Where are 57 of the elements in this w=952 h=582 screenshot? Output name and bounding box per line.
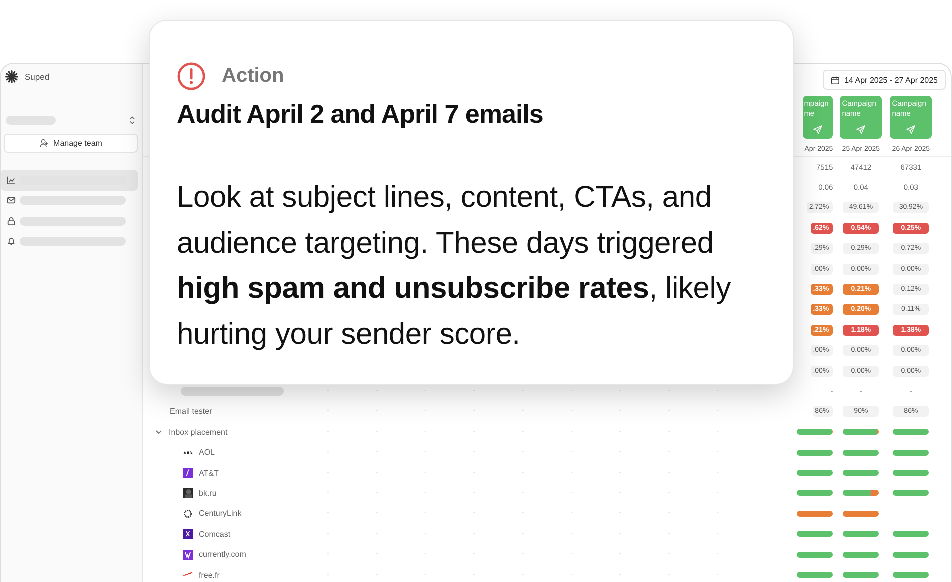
logo-icon	[183, 468, 193, 478]
row-label: currently.com	[199, 550, 246, 560]
logo-icon	[183, 550, 193, 560]
row-label: Inbox placement	[169, 428, 228, 437]
row-label: Email tester	[170, 407, 212, 416]
placement-bar	[843, 429, 880, 436]
placement-bar	[797, 450, 834, 456]
add-user-icon	[40, 139, 49, 148]
placement-bar	[797, 531, 834, 538]
send-icon	[906, 125, 916, 135]
bell-icon	[7, 237, 16, 246]
logo-icon	[5, 70, 19, 84]
placement-bar	[843, 470, 880, 476]
manage-team-button[interactable]: Manage team	[4, 134, 138, 153]
placement-bar	[843, 531, 880, 538]
placement-bar	[843, 450, 880, 456]
logo-icon	[183, 508, 193, 519]
send-icon	[813, 125, 824, 135]
row-label: Comcast	[199, 530, 231, 539]
placement-bar	[797, 572, 834, 578]
placement-bar	[893, 429, 930, 436]
placement-bar	[893, 470, 930, 476]
card-body: Look at subject lines, content, CTAs, and audience targeting. These days triggered high spam and unsubscribe rates, likely hurting your sender score.	[177, 180, 732, 352]
placement-bar	[797, 490, 834, 496]
row-label: AOL	[199, 448, 216, 458]
calendar-icon	[830, 76, 840, 84]
card-label: Action	[222, 65, 284, 88]
logo-icon	[183, 529, 193, 540]
alert-icon	[177, 62, 206, 91]
logo-icon	[183, 488, 193, 498]
placement-bar	[893, 450, 930, 456]
placement-bar	[843, 552, 880, 558]
placement-bar	[893, 531, 930, 538]
placement-bar	[843, 490, 880, 496]
row-label: free.fr	[199, 570, 220, 580]
send-icon	[856, 125, 866, 135]
mail-icon	[7, 196, 16, 206]
placement-bar	[797, 429, 834, 436]
placement-bar	[843, 510, 880, 517]
row-label: bk.ru	[199, 488, 217, 498]
row-label: AT&T	[199, 468, 219, 478]
placement-bar	[797, 552, 834, 558]
placement-bar	[843, 572, 880, 578]
lock-icon	[7, 216, 16, 226]
placement-bar	[797, 510, 834, 517]
placement-bar	[893, 490, 930, 496]
chevron-icon[interactable]	[129, 116, 136, 124]
placement-bar	[893, 552, 930, 558]
placement-bar	[893, 572, 930, 578]
card-title: Audit April 2 and April 7 emails	[177, 99, 544, 130]
chart-icon	[7, 176, 16, 185]
brand-name: Suped	[25, 72, 50, 82]
placement-bar	[797, 470, 834, 476]
row-label: CenturyLink	[199, 509, 242, 518]
date-range-button[interactable]: 14 Apr 2025 - 27 Apr 2025	[822, 70, 946, 90]
nav-item[interactable]	[1, 170, 138, 190]
chevron-icon[interactable]	[155, 428, 163, 436]
